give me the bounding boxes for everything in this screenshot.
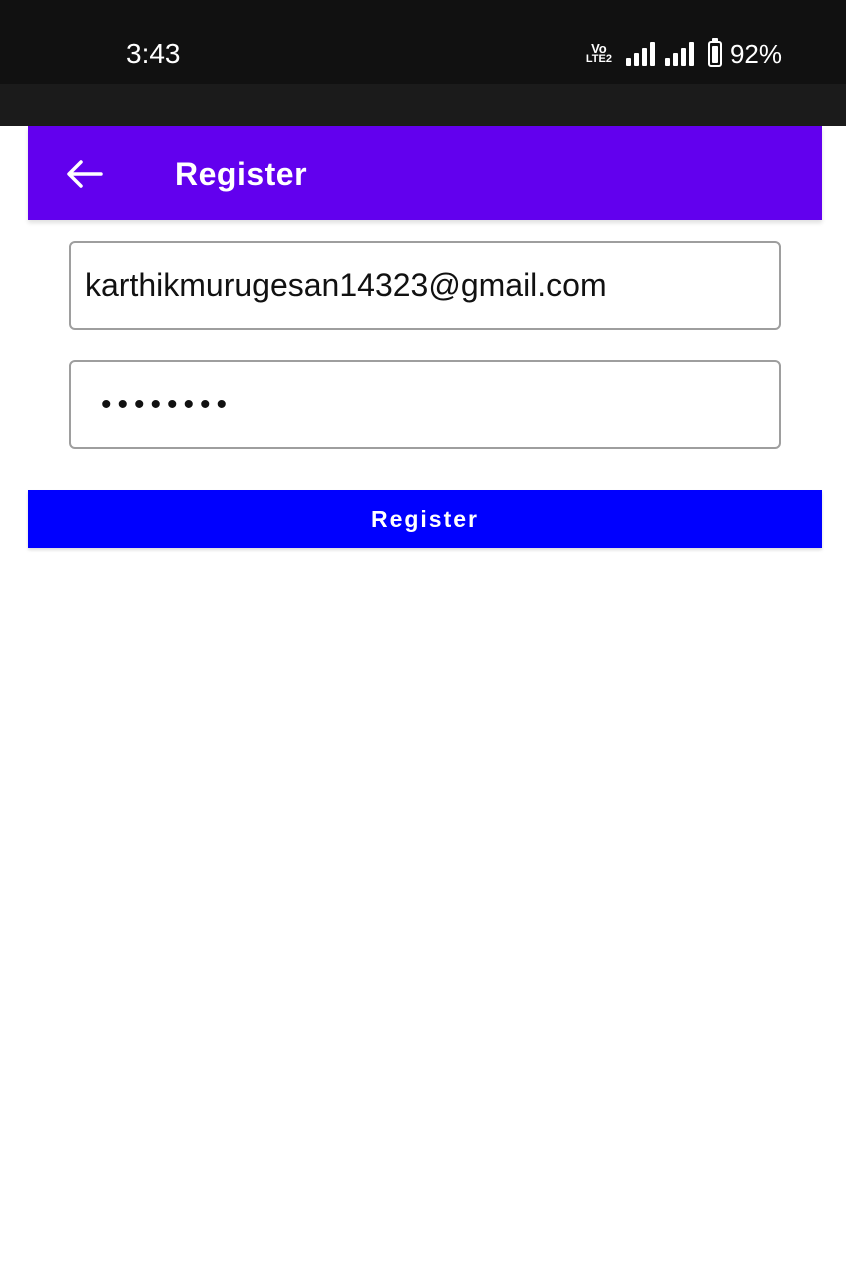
- arrow-left-icon: [67, 160, 103, 188]
- page-title: Register: [175, 156, 308, 192]
- volte-label-bottom: LTE2: [585, 53, 612, 65]
- battery-icon: [707, 38, 722, 67]
- email-field[interactable]: [69, 241, 781, 330]
- status-bar: 3:43 Vo LTE2 92%: [0, 0, 846, 84]
- signal-icon-sim2: [664, 42, 694, 66]
- status-icons: Vo LTE2 92%: [586, 36, 782, 72]
- battery-fill: [711, 46, 718, 63]
- app-bar: Register: [28, 126, 822, 220]
- battery-percent: 92%: [729, 39, 782, 69]
- password-input[interactable]: [71, 362, 779, 447]
- volte-icon: Vo LTE2: [585, 42, 612, 65]
- password-field[interactable]: [69, 360, 781, 449]
- email-input[interactable]: [71, 243, 779, 328]
- signal-icon-sim1: [625, 42, 655, 66]
- back-button[interactable]: [60, 152, 108, 196]
- register-button[interactable]: Register: [28, 490, 822, 548]
- status-time: 3:43: [126, 38, 181, 69]
- status-bar-shadow: [0, 84, 846, 126]
